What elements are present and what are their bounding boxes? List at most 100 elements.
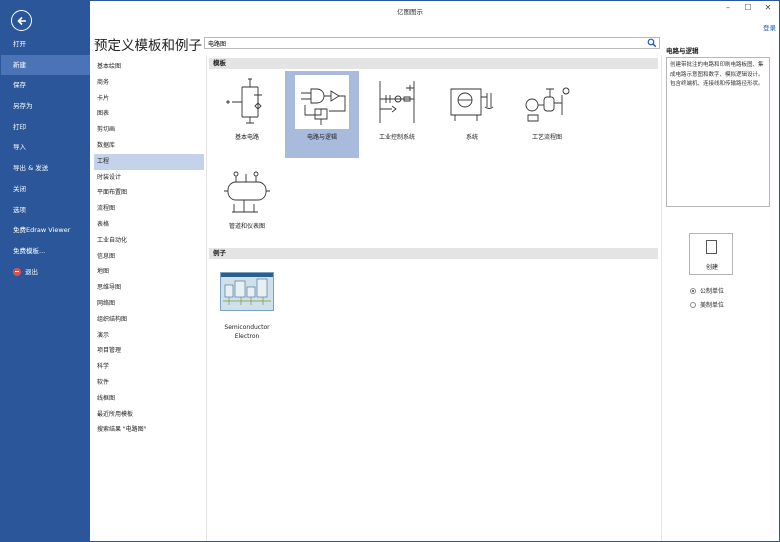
template-label: 系统 (465, 134, 478, 141)
template-process-flow[interactable]: 工艺流程图 (510, 71, 584, 158)
close-button[interactable]: ✕ (763, 3, 773, 12)
template-label: 基本电路 (234, 134, 259, 141)
metric-units-option[interactable]: 公制单位 (690, 286, 724, 295)
exit-icon (13, 267, 21, 276)
category-item[interactable]: 信息图 (94, 249, 204, 265)
category-item[interactable]: 基本绘图 (94, 59, 204, 75)
template-circuit-logic[interactable]: 电路与逻辑 (285, 71, 359, 158)
category-item[interactable]: 搜索结果 "电路图" (94, 422, 204, 438)
menu-close[interactable]: 关闭 (1, 179, 90, 200)
category-item[interactable]: 项目管理 (94, 343, 204, 359)
semiconductor-diagram-icon (221, 273, 273, 305)
menu-save-as[interactable]: 另存为 (1, 96, 90, 117)
page-title: 预定义模板和例子 (94, 38, 202, 54)
radio-label: 公制单位 (700, 288, 725, 295)
category-list: 基本绘图 商务 卡片 图表 剪切画 数据库 工程 时装设计 平面布置图 流程图 … (94, 59, 204, 438)
category-item[interactable]: 演示 (94, 328, 204, 344)
category-item[interactable]: 图表 (94, 106, 204, 122)
category-item-selected[interactable]: 工程 (94, 153, 204, 170)
menu-print[interactable]: 打印 (1, 117, 90, 138)
category-item[interactable]: 时装设计 (94, 170, 204, 186)
menu-item-label: 关闭 (13, 184, 26, 193)
industrial-control-icon (379, 81, 415, 123)
category-item[interactable]: 数据库 (94, 138, 204, 154)
category-item[interactable]: 平面布置图 (94, 185, 204, 201)
menu-exit[interactable]: 退出 (1, 262, 90, 283)
radio-label: 美制单位 (700, 302, 725, 309)
menu-item-label: 退出 (25, 267, 38, 276)
menu-free-viewer[interactable]: 免费Edraw Viewer (1, 220, 90, 241)
menu-item-label: 导出 & 发送 (13, 164, 49, 173)
template-system[interactable]: 系统 (435, 71, 509, 158)
titlebar: 亿图图示 – ☐ ✕ (90, 1, 779, 19)
process-flow-icon (525, 87, 570, 122)
search-input[interactable] (205, 38, 635, 48)
create-button[interactable]: 创建 (689, 233, 733, 275)
menu-free-templates[interactable]: 免费模板... (1, 241, 90, 262)
template-label: 工艺流程图 (531, 134, 562, 141)
template-label: 电路与逻辑 (306, 134, 337, 141)
details-description: 创建带批注的电路和印刷电路板图、集成电路示意图和数字、模拟逻辑设计。包含终端机、… (666, 57, 770, 207)
menu-save[interactable]: 保存 (1, 75, 90, 96)
piping-instrument-icon (224, 171, 270, 213)
example-thumbnail[interactable] (220, 272, 274, 311)
category-item[interactable]: 商务 (94, 75, 204, 91)
category-item[interactable]: 最近所用模板 (94, 407, 204, 423)
menu-options[interactable]: 选项 (1, 200, 90, 221)
menu-item-label: 打开 (13, 40, 26, 48)
search-icon[interactable] (647, 38, 657, 48)
example-label-line2: Electron (234, 333, 260, 340)
menu-item-label: 免费模板... (13, 246, 46, 255)
category-item[interactable]: 剪切画 (94, 122, 204, 138)
category-item[interactable]: 组织结构图 (94, 312, 204, 328)
template-piping-instrument[interactable]: 管道和仪表图 (210, 160, 284, 247)
category-item[interactable]: 思维导图 (94, 280, 204, 296)
menu-item-label: 导入 (13, 143, 26, 152)
backstage-menu: 打开 新建 保存 另存为 打印 导入 导出 & 发送 关闭 选项 免费Edraw… (1, 34, 90, 282)
menu-new[interactable]: 新建 (1, 54, 90, 76)
arrow-left-icon (16, 16, 26, 25)
menu-item-label: 选项 (13, 205, 26, 214)
details-title: 电路与逻辑 (666, 47, 699, 55)
create-label: 创建 (705, 264, 718, 271)
login-link[interactable]: 登录 (763, 22, 776, 32)
category-item[interactable]: 卡片 (94, 91, 204, 107)
example-label[interactable]: Semiconductor Electron (206, 323, 288, 341)
logic-circuit-icon (295, 75, 349, 129)
category-item[interactable]: 工业自动化 (94, 233, 204, 249)
category-item[interactable]: 科学 (94, 359, 204, 375)
app-window: 打开 新建 保存 另存为 打印 导入 导出 & 发送 关闭 选项 免费Edraw… (0, 0, 780, 542)
window-controls: – ☐ ✕ (723, 3, 773, 12)
basic-circuit-icon (226, 78, 262, 124)
template-industrial-control[interactable]: 工业控制系统 (360, 71, 434, 158)
back-button[interactable] (11, 10, 32, 31)
system-icon (450, 88, 494, 121)
category-item[interactable]: 软件 (94, 375, 204, 391)
maximize-button[interactable]: ☐ (743, 3, 753, 12)
template-label: 管道和仪表图 (228, 223, 265, 230)
menu-item-label: 另存为 (13, 102, 33, 111)
menu-item-label: 免费Edraw Viewer (13, 226, 71, 235)
category-item[interactable]: 表格 (94, 217, 204, 233)
menu-export-send[interactable]: 导出 & 发送 (1, 158, 90, 179)
radio-metric[interactable] (690, 287, 696, 294)
example-label-line1: Semiconductor (224, 324, 270, 331)
divider (206, 55, 207, 541)
menu-item-label: 新建 (13, 60, 26, 69)
minimize-button[interactable]: – (723, 3, 733, 12)
menu-open[interactable]: 打开 (1, 34, 90, 55)
window-title: 亿图图示 (397, 8, 423, 16)
category-item[interactable]: 网络图 (94, 296, 204, 312)
document-icon (706, 240, 717, 254)
templates-section-header: 模板 (209, 58, 658, 69)
radio-us[interactable] (690, 301, 696, 308)
us-units-option[interactable]: 美制单位 (690, 300, 724, 309)
menu-item-label: 打印 (13, 122, 26, 131)
category-item[interactable]: 流程图 (94, 201, 204, 217)
template-label: 工业控制系统 (378, 134, 415, 141)
menu-import[interactable]: 导入 (1, 137, 90, 158)
category-item[interactable]: 地图 (94, 264, 204, 280)
template-basic-circuit[interactable]: 基本电路 (210, 71, 284, 158)
search-box (204, 37, 660, 49)
category-item[interactable]: 线框图 (94, 391, 204, 407)
